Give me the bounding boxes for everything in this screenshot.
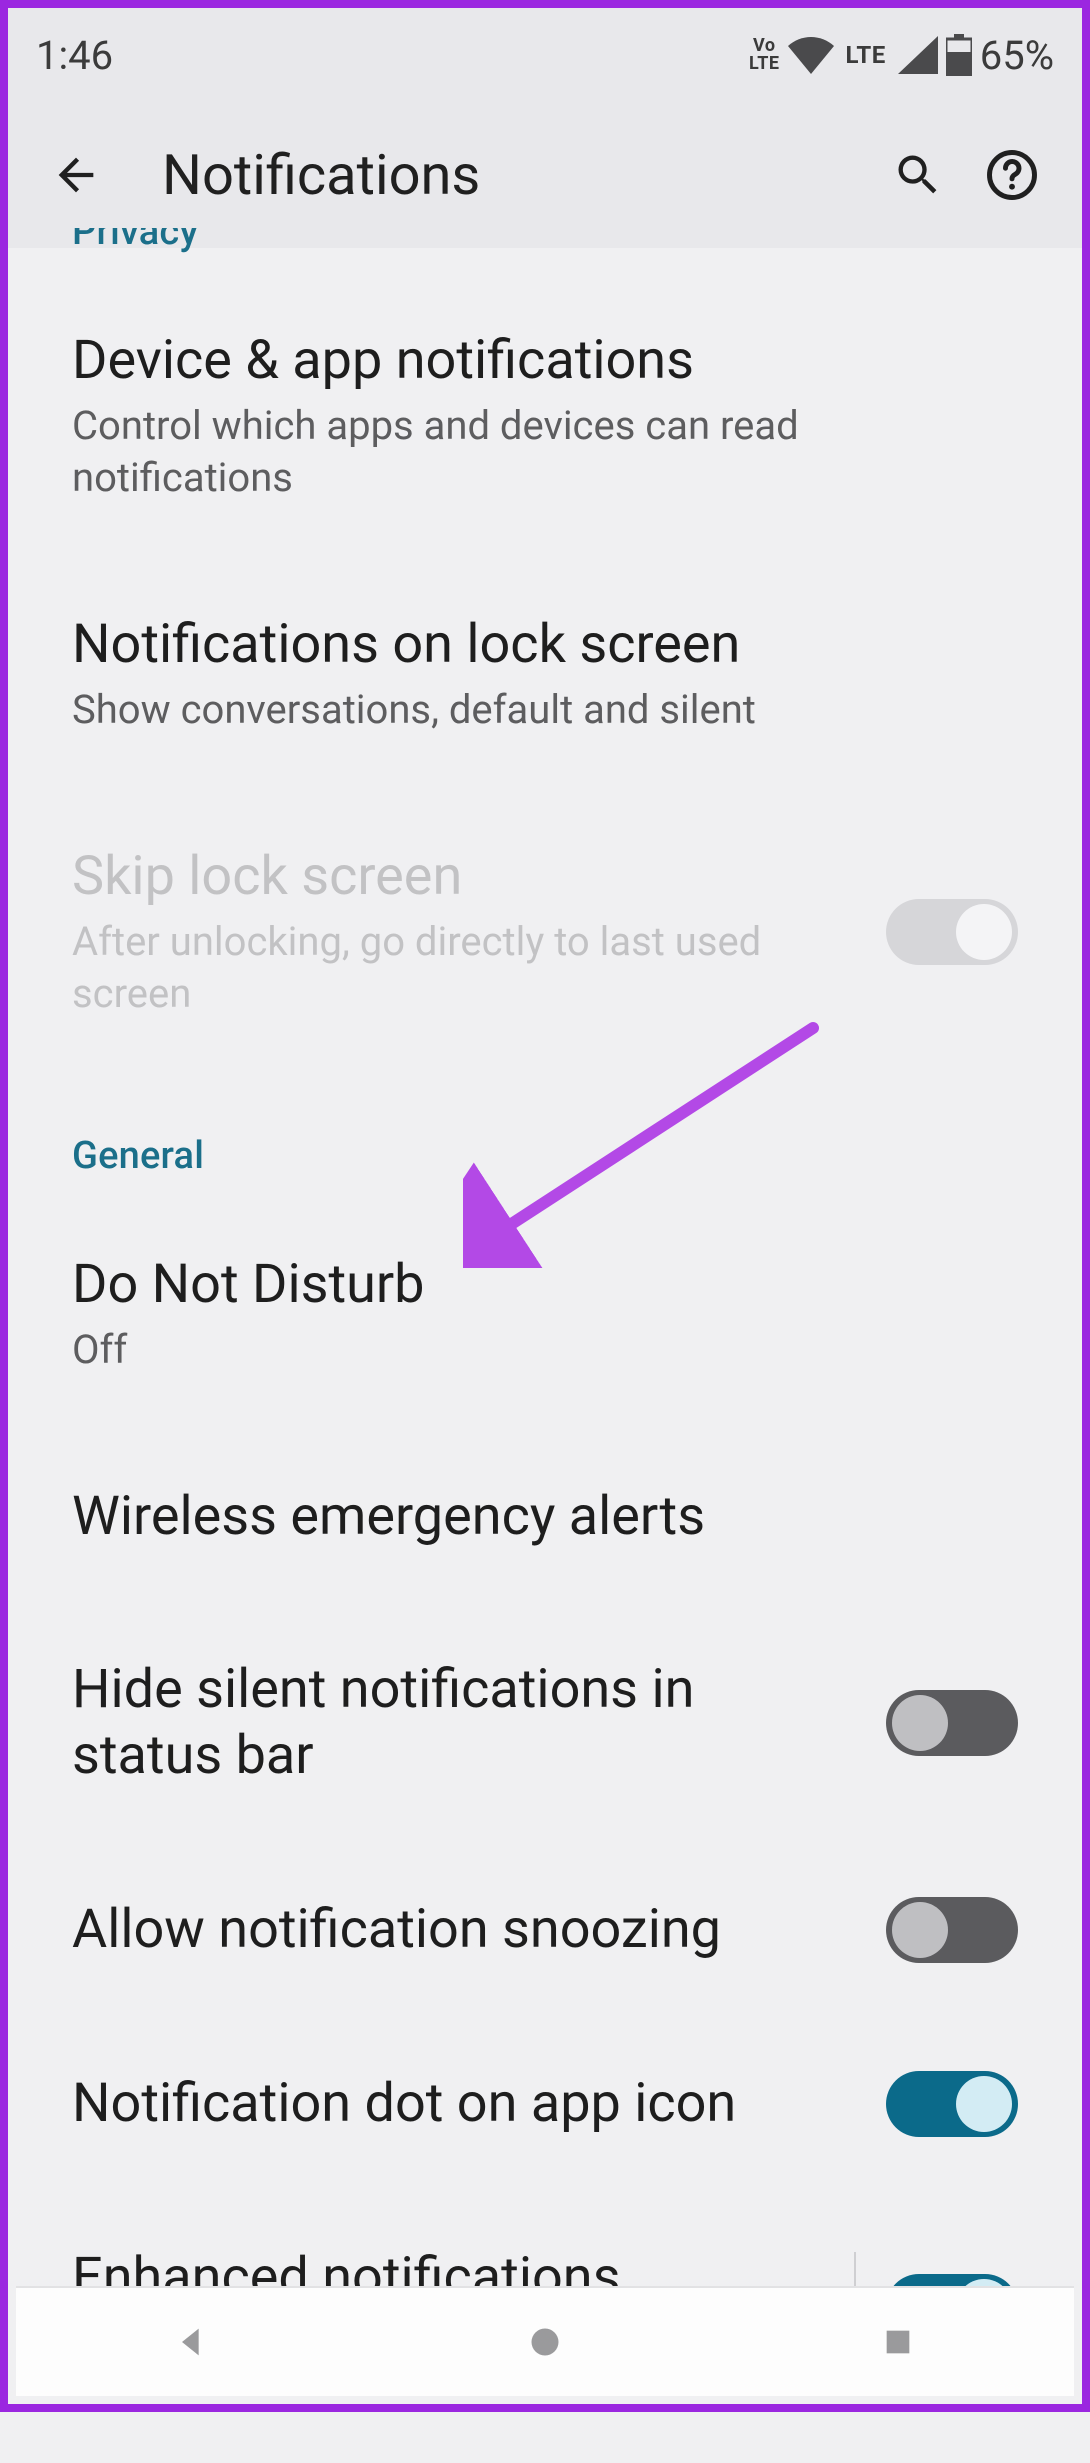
app-bar: Notifications (8, 102, 1082, 248)
item-title: Notification dot on app icon (72, 2071, 856, 2137)
item-skip-lock-screen: Skip lock screen After unlocking, go dir… (8, 790, 1082, 1074)
search-icon (892, 149, 944, 201)
toggle-hide-silent[interactable] (886, 1690, 1018, 1756)
nav-back-button[interactable] (132, 2307, 252, 2377)
item-device-app-notifications[interactable]: Device & app notifications Control which… (8, 274, 1082, 558)
signal-icon (898, 36, 938, 74)
battery-icon (946, 34, 972, 76)
toggle-notification-dot[interactable] (886, 2071, 1018, 2137)
status-right: VoLTE LTE 65% (749, 32, 1054, 79)
nav-recent-button[interactable] (838, 2307, 958, 2377)
item-lockscreen-notifications[interactable]: Notifications on lock screen Show conver… (8, 558, 1082, 790)
nav-home-icon (527, 2324, 563, 2360)
section-general: General (8, 1074, 1082, 1198)
item-emergency-alerts[interactable]: Wireless emergency alerts (8, 1430, 1082, 1604)
item-notification-dot[interactable]: Notification dot on app icon (8, 2017, 1082, 2191)
help-icon (985, 148, 1039, 202)
item-subtitle: After unlocking, go directly to last use… (72, 916, 856, 1020)
nav-home-button[interactable] (485, 2307, 605, 2377)
wifi-icon (788, 36, 834, 74)
item-title: Allow notification snoozing (72, 1897, 856, 1963)
battery-percent: 65% (980, 32, 1054, 79)
system-nav-bar (16, 2286, 1074, 2396)
toggle-snoozing[interactable] (886, 1897, 1018, 1963)
settings-list: Privacy Device & app notifications Contr… (8, 228, 1082, 2463)
toggle-skip-lock (886, 899, 1018, 965)
item-subtitle: Show conversations, default and silent (72, 684, 1018, 736)
network-label: LTE (846, 41, 886, 69)
status-bar: 1:46 VoLTE LTE 65% (8, 8, 1082, 102)
page-title: Notifications (126, 142, 866, 208)
section-privacy: Privacy (8, 228, 1082, 274)
item-title: Notifications on lock screen (72, 612, 1018, 678)
item-hide-silent[interactable]: Hide silent notifications in status bar (8, 1603, 1082, 1843)
item-title: Do Not Disturb (72, 1252, 1018, 1318)
status-time: 1:46 (36, 32, 113, 79)
item-title: Skip lock screen (72, 844, 856, 910)
item-subtitle: Control which apps and devices can read … (72, 400, 1018, 504)
back-button[interactable] (36, 135, 116, 215)
item-title: Device & app notifications (72, 328, 1018, 394)
item-do-not-disturb[interactable]: Do Not Disturb Off (8, 1198, 1082, 1430)
nav-recent-icon (881, 2325, 915, 2359)
item-title: Wireless emergency alerts (72, 1484, 1018, 1550)
item-title: Hide silent notifications in status bar (72, 1657, 856, 1789)
item-subtitle: Off (72, 1324, 1018, 1376)
arrow-back-icon (50, 149, 102, 201)
help-button[interactable] (970, 133, 1054, 217)
item-allow-snoozing[interactable]: Allow notification snoozing (8, 1843, 1082, 2017)
search-button[interactable] (876, 133, 960, 217)
volte-indicator: VoLTE (749, 37, 780, 73)
nav-back-icon (172, 2322, 212, 2362)
